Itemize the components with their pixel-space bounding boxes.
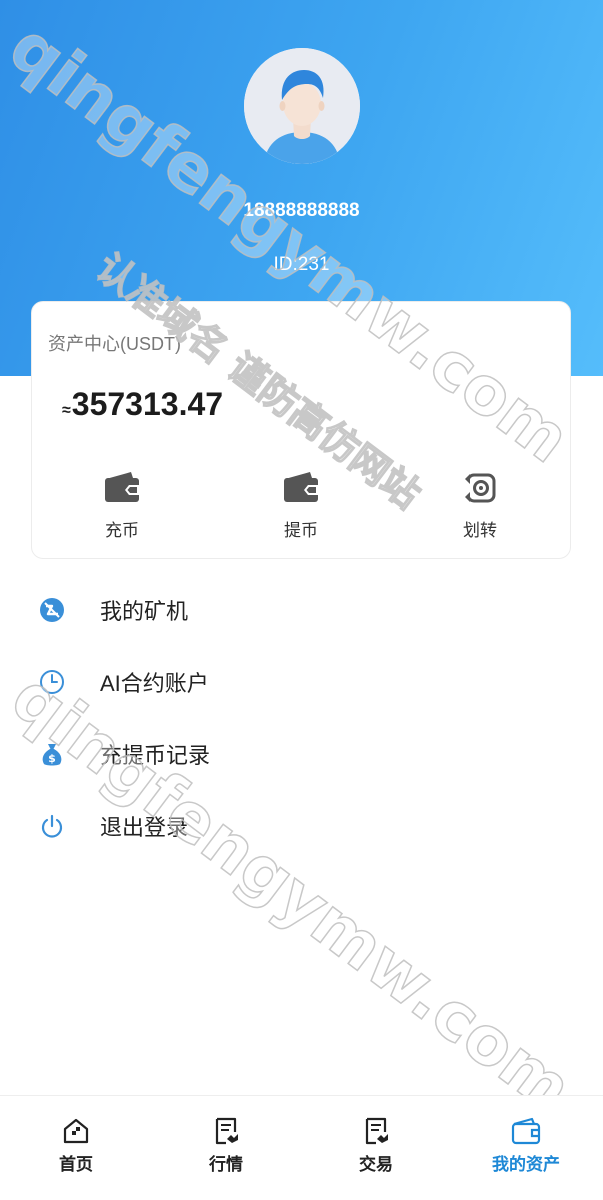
market-icon: [215, 1117, 238, 1145]
user-avatar-icon: [244, 48, 360, 164]
withdraw-button[interactable]: 提币: [261, 470, 341, 541]
menu-item-ai-contract[interactable]: AI合约账户: [0, 650, 603, 710]
wallet-icon: [511, 1117, 541, 1145]
asset-center-title: 资产中心(USDT): [48, 334, 181, 354]
clock-icon: [40, 670, 64, 694]
tab-trade[interactable]: 交易: [321, 1116, 431, 1175]
menu-label: 我的矿机: [100, 599, 189, 624]
asset-balance: ≈357313.47: [62, 386, 223, 423]
transfer-button[interactable]: 划转: [440, 470, 520, 541]
wallet-icon: [105, 472, 139, 502]
menu-item-logout[interactable]: 退出登录: [0, 794, 603, 854]
home-icon: [63, 1118, 89, 1144]
tab-label: 交易: [359, 1155, 393, 1174]
withdraw-label: 提币: [284, 521, 318, 540]
menu-label: 充提币记录: [100, 743, 211, 768]
deposit-label: 充币: [105, 521, 139, 540]
mining-icon: [40, 598, 64, 622]
tab-my-assets[interactable]: 我的资产: [471, 1116, 581, 1175]
wallet-icon: [284, 472, 318, 502]
user-id: ID:231: [273, 254, 330, 275]
tab-market[interactable]: 行情: [171, 1116, 281, 1175]
money-bag-icon: $: [42, 744, 62, 766]
user-phone: 18888888888: [243, 200, 360, 221]
balance-value: 357313.47: [71, 386, 224, 422]
bottom-tab-bar: 首页 行情 交易 我的资产: [0, 1095, 603, 1200]
tab-home[interactable]: 首页: [21, 1116, 131, 1175]
transfer-icon: [462, 473, 496, 503]
power-icon: [41, 814, 63, 838]
deposit-button[interactable]: 充币: [82, 470, 162, 541]
tab-label: 行情: [209, 1155, 243, 1174]
menu-item-my-miners[interactable]: 我的矿机: [0, 578, 603, 638]
menu-label: AI合约账户: [100, 671, 209, 696]
menu-label: 退出登录: [100, 815, 189, 840]
tab-label: 我的资产: [492, 1155, 560, 1174]
menu-item-deposit-withdraw-records[interactable]: $ 充提币记录: [0, 722, 603, 782]
avatar[interactable]: [244, 48, 360, 164]
transfer-label: 划转: [463, 521, 497, 540]
approx-symbol: ≈: [62, 402, 71, 419]
asset-card: 资产中心(USDT) ≈357313.47 充币 提币 划转: [31, 301, 571, 559]
trade-icon: [365, 1117, 388, 1145]
svg-text:$: $: [48, 752, 56, 765]
tab-label: 首页: [59, 1155, 93, 1174]
